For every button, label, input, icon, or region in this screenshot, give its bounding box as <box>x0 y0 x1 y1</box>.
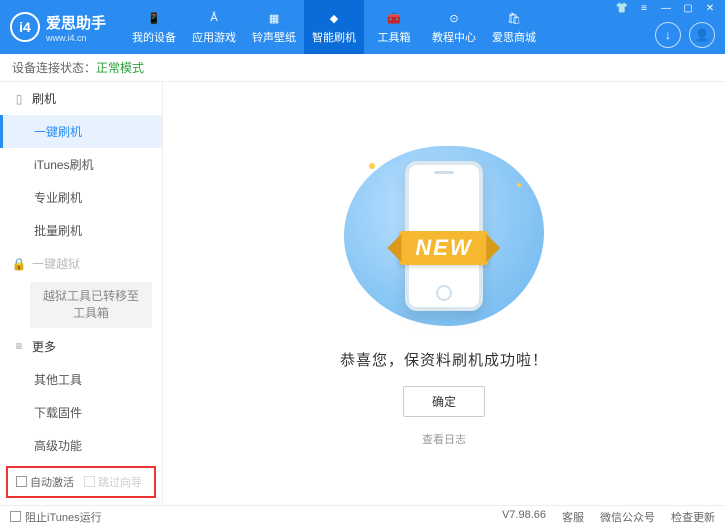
close-icon[interactable]: ✕ <box>703 3 717 14</box>
apps-icon: Å <box>205 9 223 27</box>
section-more[interactable]: ≡ 更多 <box>0 330 162 363</box>
nav-tutorial[interactable]: ⊙教程中心 <box>424 0 484 54</box>
jailbreak-note[interactable]: 越狱工具已转移至工具箱 <box>30 282 152 328</box>
section-flash[interactable]: ▯ 刷机 <box>0 82 162 115</box>
footer-update[interactable]: 检查更新 <box>671 509 715 525</box>
sidebar-item-other[interactable]: 其他工具 <box>0 363 162 396</box>
window-controls: 👕 ≡ — ▢ ✕ <box>615 3 717 14</box>
sidebar-item-firmware[interactable]: 下载固件 <box>0 396 162 429</box>
toolbox-icon: 🧰 <box>385 9 403 27</box>
checkbox-skip-guide: 跳过向导 <box>84 474 142 490</box>
maximize-icon[interactable]: ▢ <box>681 3 695 14</box>
logo-icon: i4 <box>10 12 40 42</box>
ok-button[interactable]: 确定 <box>403 386 485 417</box>
sidebar: ▯ 刷机 一键刷机 iTunes刷机 专业刷机 批量刷机 🔒 一键越狱 越狱工具… <box>0 82 163 505</box>
nav-toolbox[interactable]: 🧰工具箱 <box>364 0 424 54</box>
flash-icon: ◆ <box>325 9 343 27</box>
sidebar-item-pro[interactable]: 专业刷机 <box>0 181 162 214</box>
skin-icon[interactable]: 👕 <box>615 3 629 14</box>
nav-apps[interactable]: Å应用游戏 <box>184 0 244 54</box>
lock-icon: 🔒 <box>12 257 26 271</box>
success-message: 恭喜您，保资料刷机成功啦！ <box>340 349 548 370</box>
tutorial-icon: ⊙ <box>445 9 463 27</box>
logo: i4 爱思助手 www.i4.cn <box>10 12 106 43</box>
footer: 阻止iTunes运行 V7.98.66 客服 微信公众号 检查更新 <box>0 505 725 527</box>
success-illustration: NEW <box>329 141 559 331</box>
new-badge: NEW <box>399 231 488 265</box>
status-bar: 设备连接状态： 正常模式 <box>0 54 725 82</box>
app-header: i4 爱思助手 www.i4.cn 📱我的设备 Å应用游戏 ▦铃声壁纸 ◆智能刷… <box>0 0 725 54</box>
nav-ringtones[interactable]: ▦铃声壁纸 <box>244 0 304 54</box>
sidebar-item-oneclick[interactable]: 一键刷机 <box>0 115 162 148</box>
view-log-link[interactable]: 查看日志 <box>422 431 466 447</box>
checkbox-block-itunes[interactable]: 阻止iTunes运行 <box>10 509 102 525</box>
user-icon[interactable]: 👤 <box>689 22 715 48</box>
nav-my-device[interactable]: 📱我的设备 <box>124 0 184 54</box>
minimize-icon[interactable]: — <box>659 3 673 14</box>
app-title: 爱思助手 <box>46 12 106 33</box>
menu-icon[interactable]: ≡ <box>637 3 651 14</box>
more-icon: ≡ <box>12 339 26 353</box>
main-panel: NEW 恭喜您，保资料刷机成功啦！ 确定 查看日志 <box>163 82 725 505</box>
device-info[interactable]: ▯iPhone 15 Pro Max 512GB iPhone <box>0 502 162 505</box>
wallpaper-icon: ▦ <box>265 9 283 27</box>
sidebar-item-advanced[interactable]: 高级功能 <box>0 429 162 462</box>
device-icon: 📱 <box>145 9 163 27</box>
checkbox-highlight: 自动激活 跳过向导 <box>6 466 156 498</box>
footer-support[interactable]: 客服 <box>562 509 584 525</box>
sidebar-item-itunes[interactable]: iTunes刷机 <box>0 148 162 181</box>
version-label: V7.98.66 <box>502 509 546 525</box>
phone-icon: ▯ <box>12 92 26 106</box>
status-value: 正常模式 <box>96 59 144 76</box>
store-icon: 🛍 <box>505 9 523 27</box>
nav-flash[interactable]: ◆智能刷机 <box>304 0 364 54</box>
nav-store[interactable]: 🛍爱思商城 <box>484 0 544 54</box>
section-jailbreak: 🔒 一键越狱 <box>0 247 162 280</box>
status-label: 设备连接状态： <box>12 59 96 76</box>
sidebar-item-batch[interactable]: 批量刷机 <box>0 214 162 247</box>
app-url: www.i4.cn <box>46 33 106 43</box>
footer-wechat[interactable]: 微信公众号 <box>600 509 655 525</box>
checkbox-auto-activate[interactable]: 自动激活 <box>16 474 74 490</box>
download-icon[interactable]: ↓ <box>655 22 681 48</box>
